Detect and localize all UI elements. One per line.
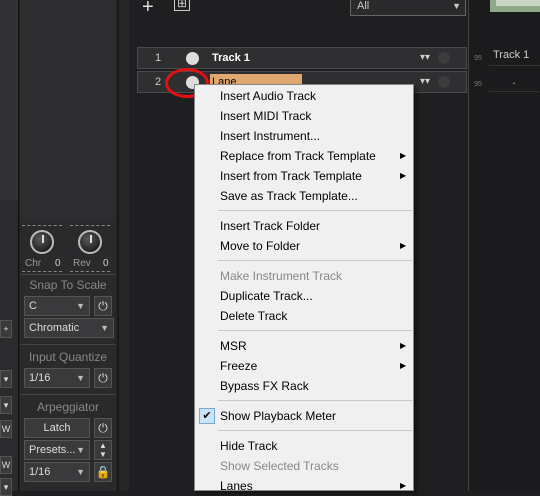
edge-dropdown-button[interactable]: ▾ <box>0 478 12 496</box>
submenu-arrow-icon: ▶ <box>400 241 407 250</box>
menu-item-save-as-track-template[interactable]: Save as Track Template... <box>220 186 358 206</box>
edge-add-button[interactable]: + <box>0 320 12 338</box>
submenu-arrow-icon: ▶ <box>400 171 407 180</box>
track-row[interactable]: 1 Track 1 ▾▾ <box>137 47 467 69</box>
chevron-down-icon: ▼ <box>452 1 461 11</box>
chorus-knob-frame: Chr 0 <box>22 225 62 272</box>
menu-separator <box>218 260 412 261</box>
reverb-value: 0 <box>103 258 109 269</box>
chevron-down-icon: ▼ <box>100 323 109 333</box>
menu-item-insert-instrument[interactable]: Insert Instrument... <box>220 126 320 146</box>
inspector-top-area <box>20 0 116 220</box>
menu-item-replace-from-track-template[interactable]: Replace from Track Template <box>220 146 376 166</box>
menu-item-insert-track-folder[interactable]: Insert Track Folder <box>220 216 320 236</box>
clip-placeholder: . <box>489 71 539 92</box>
add-track-button[interactable]: + <box>142 0 154 19</box>
menu-item-insert-midi-track[interactable]: Insert MIDI Track <box>220 106 311 126</box>
arp-rate-dropdown[interactable]: 1/16 ▼ <box>24 462 90 482</box>
menu-item-freeze[interactable]: Freeze <box>220 356 257 376</box>
latch-label: Latch <box>43 422 71 434</box>
menu-separator <box>218 430 412 431</box>
menu-item-hide-track[interactable]: Hide Track <box>220 436 277 456</box>
track-filter-value: All <box>357 0 370 12</box>
divider <box>20 394 116 395</box>
timeline-ruler-highlight <box>496 0 540 6</box>
inspector-scrollbar[interactable] <box>118 0 129 491</box>
menu-item-lanes[interactable]: Lanes <box>220 476 253 496</box>
track-toggle[interactable] <box>438 52 450 64</box>
input-quantize-dropdown[interactable]: 1/16 ▼ <box>24 368 90 388</box>
expand-icon[interactable]: ▾▾ <box>420 72 430 92</box>
menu-separator <box>218 330 412 331</box>
meter-number: 95 <box>474 55 482 62</box>
input-quantize-value: 1/16 <box>29 372 51 384</box>
expand-icon[interactable]: ▾▾ <box>420 48 430 68</box>
edge-dropdown-button[interactable]: ▾ <box>0 396 12 414</box>
clip-track-label: Track 1 <box>489 45 540 66</box>
track-context-menu: Insert Audio Track Insert MIDI Track Inser… <box>194 84 414 493</box>
chorus-value: 0 <box>55 258 61 269</box>
arp-presets-value: Presets... <box>29 444 76 456</box>
menu-item-delete-track[interactable]: Delete Track <box>220 306 287 326</box>
divider <box>20 274 116 275</box>
menu-item-insert-audio-track[interactable]: Insert Audio Track <box>220 86 316 106</box>
submenu-arrow-icon: ▶ <box>400 481 407 490</box>
preset-stepper[interactable]: ▲ ▼ <box>94 440 112 460</box>
scale-type-dropdown[interactable]: Chromatic ▼ <box>24 318 114 338</box>
scale-key-value: C <box>29 300 37 312</box>
menu-item-bypass-fx-rack[interactable]: Bypass FX Rack <box>220 376 309 396</box>
menu-item-show-selected-tracks: Show Selected Tracks <box>220 459 339 473</box>
arpeggiator-title: Arpeggiator <box>36 400 100 414</box>
submenu-arrow-icon: ▶ <box>400 151 407 160</box>
midi-track-icon[interactable] <box>186 52 199 65</box>
chorus-knob[interactable] <box>30 230 54 254</box>
left-edge-top <box>0 0 18 200</box>
menu-separator <box>218 210 412 211</box>
snap-to-scale-title: Snap To Scale <box>29 278 107 292</box>
meter-number: 95 <box>474 81 482 88</box>
arp-rate-value: 1/16 <box>29 466 51 478</box>
menu-item-move-to-folder[interactable]: Move to Folder <box>220 236 300 256</box>
arp-power-button[interactable]: ⏻ <box>94 418 112 438</box>
track-number: 1 <box>154 52 162 64</box>
checkmark-icon: ✔ <box>199 408 215 424</box>
track-toggle[interactable] <box>438 76 450 88</box>
submenu-arrow-icon: ▶ <box>400 341 407 350</box>
lock-button[interactable]: 🔒 <box>94 462 112 482</box>
chevron-down-icon: ▼ <box>76 373 85 383</box>
menu-item-duplicate-track[interactable]: Duplicate Track... <box>220 286 313 306</box>
reverb-knob-frame: Rev 0 <box>70 225 110 272</box>
add-folder-button[interactable]: ⊞ <box>174 0 190 11</box>
track-name[interactable]: Track 1 <box>210 50 302 66</box>
reverb-label: Rev <box>73 258 91 269</box>
chorus-label: Chr <box>25 258 42 269</box>
divider <box>20 344 116 345</box>
submenu-arrow-icon: ▶ <box>400 361 407 370</box>
reverb-knob[interactable] <box>78 230 102 254</box>
menu-item-show-playback-meter[interactable]: Show Playback Meter <box>220 406 336 426</box>
quantize-power-button[interactable]: ⏻ <box>94 368 112 388</box>
edge-dropdown-button[interactable]: ▾ <box>0 370 12 388</box>
scale-key-dropdown[interactable]: C ▼ <box>24 296 90 316</box>
arp-presets-dropdown[interactable]: Presets... ▼ <box>24 440 90 460</box>
track-filter-dropdown[interactable]: All ▼ <box>350 0 466 16</box>
input-quantize-title: Input Quantize <box>28 350 108 364</box>
menu-item-make-instrument-track: Make Instrument Track <box>220 269 343 283</box>
menu-gutter <box>195 85 217 490</box>
chevron-down-icon: ▼ <box>76 445 85 455</box>
latch-button[interactable]: Latch <box>24 418 90 438</box>
menu-item-insert-from-track-template[interactable]: Insert from Track Template <box>220 166 362 186</box>
chevron-down-icon: ▼ <box>76 467 85 477</box>
menu-separator <box>218 400 412 401</box>
chevron-down-icon: ▼ <box>76 301 85 311</box>
menu-item-msr[interactable]: MSR <box>220 336 247 356</box>
edge-dropdown-button[interactable]: W <box>0 420 12 438</box>
snap-power-button[interactable]: ⏻ <box>94 296 112 316</box>
scale-type-value: Chromatic <box>29 322 80 334</box>
edge-w-button[interactable]: W <box>0 456 12 474</box>
